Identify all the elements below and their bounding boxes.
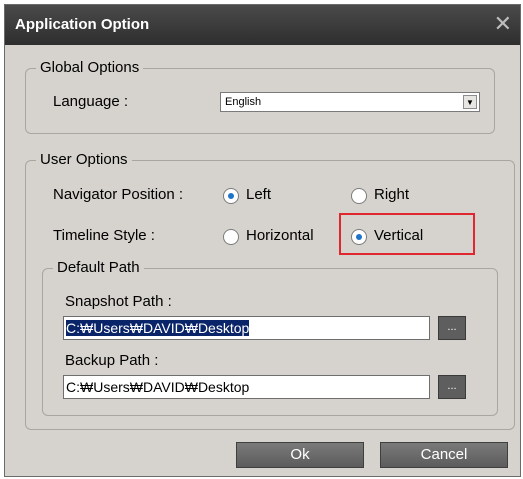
- title-bar[interactable]: Application Option ✕: [5, 5, 520, 45]
- application-option-dialog: Application Option ✕ Global Options Lang…: [4, 4, 521, 477]
- navigator-right-radio[interactable]: [351, 188, 367, 204]
- snapshot-path-label: Snapshot Path :: [65, 293, 172, 310]
- navigator-position-label: Navigator Position :: [53, 186, 184, 203]
- timeline-horizontal-radio[interactable]: [223, 229, 239, 245]
- backup-path-label: Backup Path :: [65, 352, 159, 369]
- navigator-left-label[interactable]: Left: [246, 186, 271, 203]
- ok-button[interactable]: Ok: [236, 442, 364, 468]
- language-dropdown[interactable]: English ▼: [220, 92, 480, 112]
- close-icon[interactable]: ✕: [494, 11, 512, 37]
- default-path-legend: Default Path: [53, 259, 144, 276]
- global-options-legend: Global Options: [36, 59, 144, 76]
- snapshot-path-value: C:₩Users₩DAVID₩Desktop: [66, 320, 250, 336]
- backup-path-value: C:₩Users₩DAVID₩Desktop: [66, 379, 250, 395]
- backup-path-input[interactable]: C:₩Users₩DAVID₩Desktop: [63, 375, 430, 399]
- language-value: English: [225, 96, 262, 108]
- timeline-vertical-radio[interactable]: [351, 229, 367, 245]
- snapshot-path-input[interactable]: C:₩Users₩DAVID₩Desktop: [63, 316, 430, 340]
- timeline-vertical-label[interactable]: Vertical: [374, 227, 423, 244]
- snapshot-browse-button[interactable]: ...: [438, 316, 466, 340]
- timeline-horizontal-label[interactable]: Horizontal: [246, 227, 314, 244]
- navigator-left-radio[interactable]: [223, 188, 239, 204]
- navigator-right-label[interactable]: Right: [374, 186, 409, 203]
- user-options-legend: User Options: [36, 151, 132, 168]
- timeline-style-label: Timeline Style :: [53, 227, 155, 244]
- backup-browse-button[interactable]: ...: [438, 375, 466, 399]
- chevron-down-icon[interactable]: ▼: [463, 95, 477, 109]
- window-title: Application Option: [15, 16, 150, 33]
- language-label: Language :: [53, 93, 129, 110]
- cancel-button[interactable]: Cancel: [380, 442, 508, 468]
